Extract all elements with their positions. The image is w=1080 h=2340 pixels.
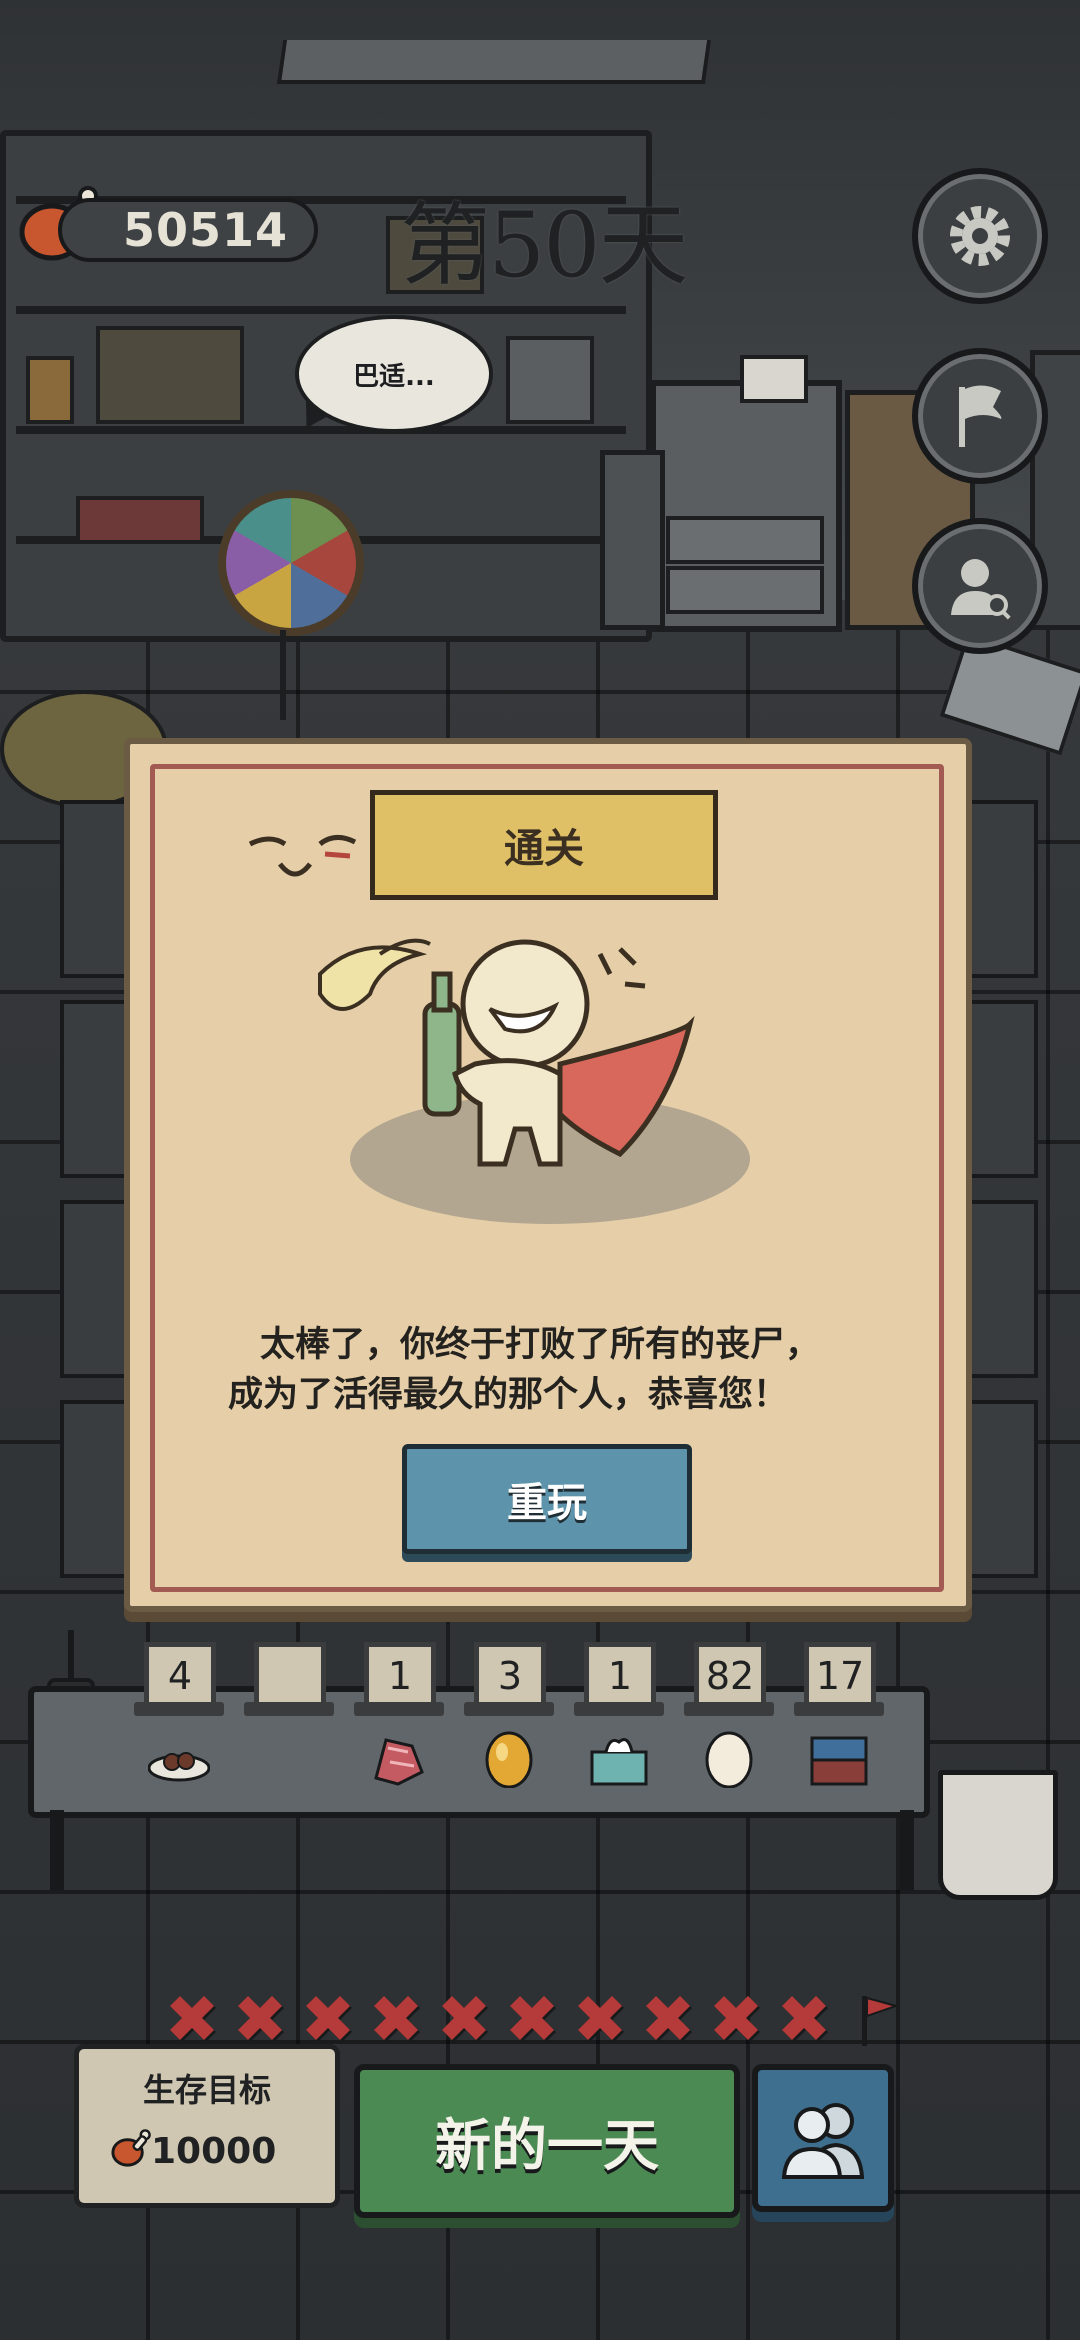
snack-plate-icon xyxy=(148,1752,210,1782)
inventory-slot-empty[interactable] xyxy=(244,1642,334,1772)
supply-box xyxy=(96,326,244,424)
table-leg xyxy=(900,1810,914,1890)
day-progress-marks: ✖ ✖ ✖ ✖ ✖ ✖ ✖ ✖ ✖ ✖ xyxy=(162,1981,902,2058)
meat-counter: 50514 xyxy=(58,198,318,262)
item-count: 3 xyxy=(474,1642,546,1710)
tag-base xyxy=(684,1702,774,1716)
day-mark-x: ✖ xyxy=(368,1981,424,2058)
cabinet-drawer xyxy=(666,516,824,564)
locker xyxy=(600,450,665,630)
raw-meat-icon xyxy=(374,1738,424,1786)
people-icon xyxy=(781,2103,865,2179)
flag-button[interactable] xyxy=(912,348,1048,484)
medicine-cabinet xyxy=(650,380,842,632)
tag-base xyxy=(354,1702,444,1716)
prize-wheel xyxy=(218,490,364,636)
item-count xyxy=(254,1642,326,1710)
settings-button[interactable] xyxy=(912,168,1048,304)
dialog-message: 太棒了，你终于打败了所有的丧尸， 成为了活得最久的那个人，恭喜您！ xyxy=(170,1320,930,1420)
item-count: 4 xyxy=(144,1642,216,1710)
tag-base xyxy=(794,1702,884,1716)
egg-icon xyxy=(705,1731,753,1788)
item-count: 82 xyxy=(694,1642,766,1710)
tag-base xyxy=(134,1702,224,1716)
inventory-slot-clothes[interactable]: 17 xyxy=(794,1642,884,1786)
new-day-button[interactable]: 新的一天 xyxy=(354,2064,740,2218)
cabinet-drawer xyxy=(666,566,824,614)
inventory-slot-golden-egg[interactable]: 3 xyxy=(464,1642,554,1788)
profile-search-button[interactable] xyxy=(912,518,1048,654)
clothes-stack-icon xyxy=(810,1736,868,1786)
supply-box xyxy=(506,336,594,424)
day-label: 第50天 xyxy=(400,193,689,298)
meat-drumstick-icon xyxy=(111,2129,151,2167)
goal-flag-icon xyxy=(862,1996,900,2046)
day-mark-x: ✖ xyxy=(640,1981,696,2058)
survival-goal-value: 10000 xyxy=(151,2131,277,2172)
doodle-face-icon xyxy=(248,835,357,877)
gear-icon xyxy=(950,206,1010,266)
day-mark-x: ✖ xyxy=(436,1981,492,2058)
day-mark-x: ✖ xyxy=(776,1981,832,2058)
supply-box xyxy=(76,496,204,544)
day-mark-x: ✖ xyxy=(708,1981,764,2058)
jar xyxy=(26,356,74,424)
item-count: 1 xyxy=(584,1642,656,1710)
day-mark-x: ✖ xyxy=(232,1981,288,2058)
tag-base xyxy=(574,1702,664,1716)
survival-goal-label: 生存目标 xyxy=(142,2071,271,2109)
item-count: 1 xyxy=(364,1642,436,1710)
item-count: 17 xyxy=(804,1642,876,1710)
inventory-slot-egg[interactable]: 82 xyxy=(684,1642,774,1788)
inventory-slot-meat[interactable]: 1 xyxy=(354,1642,444,1786)
day-mark-x: ✖ xyxy=(300,1981,356,2058)
day-mark-x: ✖ xyxy=(504,1981,560,2058)
inventory-slot-tissue[interactable]: 1 xyxy=(574,1642,664,1786)
survivors-button[interactable] xyxy=(752,2064,894,2212)
survival-goal-panel: 生存目标 10000 xyxy=(74,2044,340,2208)
table-leg xyxy=(50,1810,64,1890)
day-mark-x: ✖ xyxy=(164,1981,220,2058)
message-line: 太棒了，你终于打败了所有的丧尸， xyxy=(260,1325,821,1365)
wheel-stand xyxy=(280,630,286,720)
replay-button[interactable]: 重玩 xyxy=(402,1444,692,1554)
first-aid-kit xyxy=(740,355,808,403)
npc-speech-bubble: 巴适... xyxy=(295,315,493,433)
celebration-illustration xyxy=(318,938,750,1224)
ceiling-light xyxy=(276,40,712,84)
inventory-slot-snack[interactable]: 4 xyxy=(134,1642,224,1782)
tag-base xyxy=(464,1702,554,1716)
shelf-board xyxy=(16,306,626,314)
flag-icon xyxy=(959,385,1002,447)
bucket xyxy=(938,1770,1058,1900)
tissue-box-icon xyxy=(590,1738,648,1786)
person-search-icon xyxy=(951,559,1011,620)
tag-base xyxy=(244,1702,334,1716)
victory-dialog: 通关 太棒了，你终于打败了所有的丧尸， 成为了活得最久的那个人，恭喜您！ 重玩 xyxy=(124,738,972,1612)
message-line: 成为了活得最久的那个人，恭喜您！ xyxy=(228,1375,789,1415)
golden-egg-icon xyxy=(485,1731,533,1788)
day-mark-x: ✖ xyxy=(572,1981,628,2058)
dialog-title: 通关 xyxy=(370,790,718,900)
